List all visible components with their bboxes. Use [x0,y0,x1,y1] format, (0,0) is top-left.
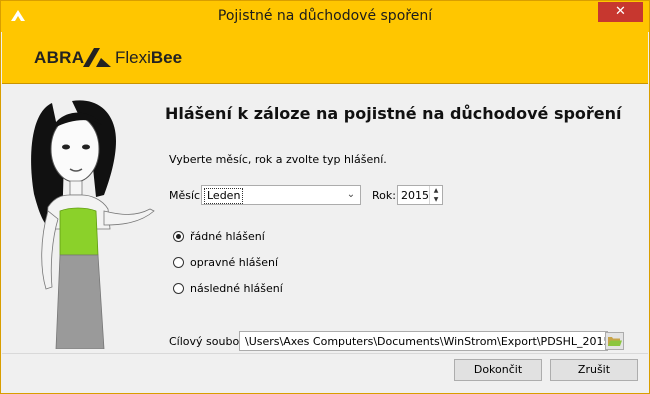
radio-label: opravné hlášení [190,256,279,269]
dialog-content: Hlášení k záloze na pojistné na důchodov… [2,84,648,352]
dialog-window: Pojistné na důchodové spoření ✕ ABRA Fle… [0,0,650,394]
title-bar: Pojistné na důchodové spoření ✕ [1,1,649,32]
radio-button[interactable] [173,257,184,268]
year-value: 2015 [401,189,429,202]
target-file-input[interactable]: \Users\Axes Computers\Documents\WinStrom… [239,331,608,351]
folder-open-icon [608,337,622,346]
radio-button[interactable] [173,231,184,242]
year-label: Rok: [372,189,396,202]
close-icon: ✕ [615,4,626,19]
footer-separator [2,353,648,354]
spin-up-icon[interactable]: ▲ [430,186,442,195]
month-label: Měsíc: [169,189,204,202]
abra-logo-icon [83,48,111,67]
brand-abra: ABRA [34,48,85,67]
radio-button[interactable] [173,283,184,294]
month-value: Leden [204,188,244,204]
close-button[interactable]: ✕ [598,2,643,22]
instruction-text: Vyberte měsíc, rok a zvolte typ hlášení. [169,153,387,166]
browse-button[interactable] [605,332,624,350]
cancel-button[interactable]: Zrušit [550,359,638,381]
brand-banner: ABRA FlexiBee [2,32,648,84]
radio-selected-dot [176,234,181,239]
brand-flexibee: FlexiBee [115,48,183,67]
chevron-down-icon[interactable]: ⌄ [342,186,360,204]
spin-down-icon[interactable]: ▼ [430,195,442,204]
radio-label: následné hlášení [190,282,283,295]
page-title: Hlášení k záloze na pojistné na důchodov… [165,104,622,123]
finish-button[interactable]: Dokončit [454,359,542,381]
year-spinner-buttons: ▲ ▼ [429,186,442,204]
month-select[interactable]: Leden ⌄ [201,185,361,205]
mascot-illustration [31,100,155,349]
radio-label: řádné hlášení [190,230,265,243]
target-file-label: Cílový soubor: [169,335,248,348]
window-title: Pojistné na důchodové spoření [217,8,433,24]
year-spinner[interactable]: 2015 ▲ ▼ [397,185,443,205]
target-file-path: \Users\Axes Computers\Documents\WinStrom… [245,335,605,348]
